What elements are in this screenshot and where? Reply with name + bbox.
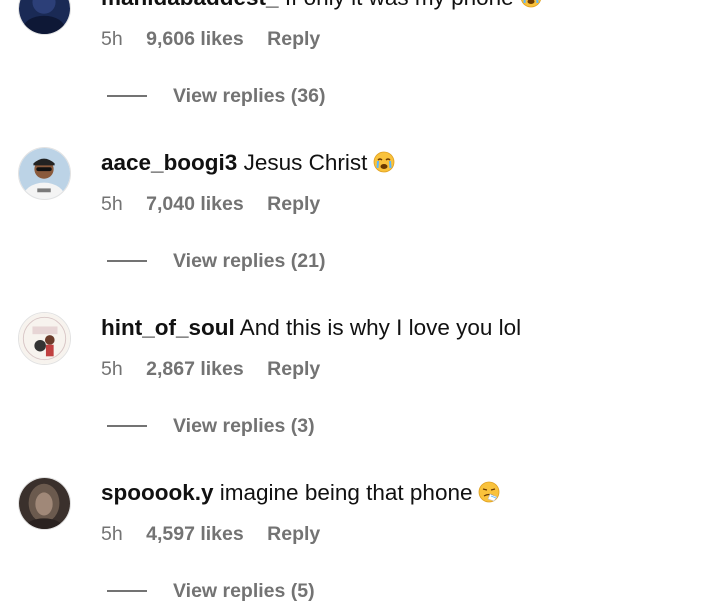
comment-username[interactable]: hint_of_soul — [101, 315, 235, 340]
comment-item: aace_boogi3 Jesus Christ 5h 7,040 likes … — [0, 15, 722, 272]
comment-text: imagine being that phone — [219, 480, 473, 505]
comment-line: aace_boogi3 Jesus Christ — [101, 149, 395, 177]
comment-item: hint_of_soul And this is why I love you … — [0, 180, 722, 437]
divider-line — [107, 589, 147, 592]
loudly-crying-face-icon — [373, 151, 395, 173]
comment-text: If only it was my phone — [285, 0, 514, 10]
comment-text: Jesus Christ — [243, 150, 368, 175]
loudly-crying-face-icon — [520, 0, 542, 8]
comment-likes[interactable]: 4,597 likes — [146, 523, 244, 545]
sneezing-face-icon — [478, 481, 500, 503]
view-replies-label: View replies (5) — [173, 580, 315, 602]
comment-meta: 5h 4,597 likes Reply — [101, 521, 320, 547]
avatar[interactable] — [18, 477, 71, 530]
comment-time: 5h — [101, 523, 123, 545]
comment-username[interactable]: manidabaddest_ — [101, 0, 279, 10]
comment-text: And this is why I love you lol — [239, 315, 522, 340]
comment-line: hint_of_soul And this is why I love you … — [101, 314, 521, 342]
comment-item: spooook.y imagine being that phone 5h 4,… — [0, 345, 722, 602]
comment-line: spooook.y imagine being that phone — [101, 479, 500, 507]
comment-username[interactable]: aace_boogi3 — [101, 150, 237, 175]
view-replies-button[interactable]: View replies (5) — [107, 578, 315, 604]
comment-username[interactable]: spooook.y — [101, 480, 214, 505]
comment-line: manidabaddest_ If only it was my phone — [101, 0, 542, 12]
avatar-image-icon — [19, 478, 70, 529]
reply-button[interactable]: Reply — [267, 523, 320, 545]
comment-item: manidabaddest_ If only it was my phone 5… — [0, 0, 722, 107]
